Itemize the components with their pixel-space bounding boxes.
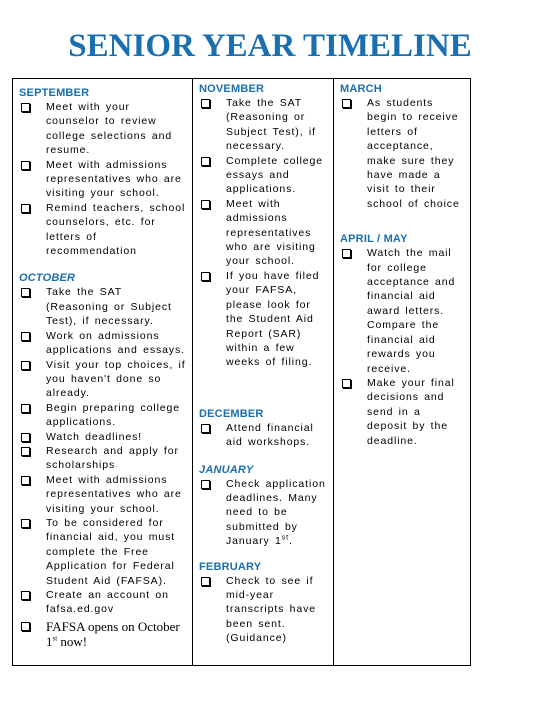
list-item: Research and apply for scholarships xyxy=(19,444,188,473)
checkbox-icon[interactable] xyxy=(21,432,30,442)
list-item: Meet with admissions representatives who… xyxy=(199,197,329,269)
section-february: FEBRUARY Check to see if mid-year transc… xyxy=(199,561,329,646)
section-december: DECEMBER Attend financial aid workshops. xyxy=(199,408,329,450)
list-item: Watch the mail for college acceptance an… xyxy=(340,246,466,376)
list-item: To be considered for financial aid, you … xyxy=(19,516,188,588)
checkbox-icon[interactable] xyxy=(201,423,210,433)
month-heading: MARCH xyxy=(340,83,382,95)
section-march: MARCH As students begin to receive lette… xyxy=(340,83,466,211)
checkbox-icon[interactable] xyxy=(201,271,210,281)
checkbox-icon[interactable] xyxy=(21,518,30,528)
checkbox-icon[interactable] xyxy=(21,288,30,298)
checkbox-icon[interactable] xyxy=(342,249,351,259)
list-item: If you have filed your FAFSA, please loo… xyxy=(199,269,329,370)
section-april-may: APRIL / MAY Watch the mail for college a… xyxy=(340,233,466,448)
checkbox-icon[interactable] xyxy=(21,103,30,112)
timeline-table: SEPTEMBER Meet with your counselor to re… xyxy=(12,78,471,666)
checkbox-icon[interactable] xyxy=(201,479,210,489)
month-heading: DECEMBER xyxy=(199,407,264,420)
list-item: As students begin to receive letters of … xyxy=(340,96,466,211)
timeline-column-1: SEPTEMBER Meet with your counselor to re… xyxy=(13,79,193,665)
list-item: Check to see if mid-year transcripts hav… xyxy=(199,574,329,646)
checkbox-icon[interactable] xyxy=(21,621,30,631)
section-october: OCTOBER Take the SAT (Reasoning or Subje… xyxy=(19,272,188,648)
list-item: Check application deadlines. Many need t… xyxy=(199,477,329,549)
checkbox-icon[interactable] xyxy=(21,203,30,213)
list-item: Complete college essays and applications… xyxy=(199,154,329,197)
timeline-column-3: MARCH As students begin to receive lette… xyxy=(334,79,470,665)
checkbox-icon[interactable] xyxy=(21,591,30,600)
checkbox-icon[interactable] xyxy=(21,331,30,341)
month-heading: JANUARY xyxy=(199,463,254,476)
month-heading: NOVEMBER xyxy=(199,83,265,95)
month-heading: OCTOBER xyxy=(19,272,76,285)
checkbox-icon[interactable] xyxy=(201,156,210,166)
timeline-column-2: NOVEMBER Take the SAT (Reasoning or Subj… xyxy=(193,79,334,665)
list-item: Visit your top choices, if you haven't d… xyxy=(19,358,188,401)
section-january: JANUARY Check application deadlines. Man… xyxy=(199,464,329,549)
list-item: Work on admissions applications and essa… xyxy=(19,329,188,358)
month-heading: FEBRUARY xyxy=(199,560,262,573)
list-item: Create an account on fafsa.ed.gov xyxy=(19,588,188,617)
checkbox-icon[interactable] xyxy=(21,475,30,485)
list-item: Meet with your counselor to review colle… xyxy=(19,100,188,158)
checkbox-icon[interactable] xyxy=(21,360,30,370)
list-item: Attend financial aid workshops. xyxy=(199,421,329,450)
checkbox-icon[interactable] xyxy=(21,446,30,456)
list-item: Meet with admissions representatives who… xyxy=(19,473,188,516)
list-item: Remind teachers, school counselors, etc.… xyxy=(19,201,188,259)
list-item: Take the SAT (Reasoning or Subject Test)… xyxy=(19,285,188,328)
list-item: Meet with admissions representatives who… xyxy=(19,158,188,201)
checkbox-icon[interactable] xyxy=(342,99,351,108)
list-item: Make your final decisions and send in a … xyxy=(340,376,466,448)
list-item: Take the SAT (Reasoning or Subject Test)… xyxy=(199,96,329,154)
month-heading: SEPTEMBER xyxy=(19,87,90,99)
checkbox-icon[interactable] xyxy=(342,378,351,388)
month-heading: APRIL / MAY xyxy=(340,233,408,246)
section-november: NOVEMBER Take the SAT (Reasoning or Subj… xyxy=(199,83,329,370)
section-september: SEPTEMBER Meet with your counselor to re… xyxy=(19,87,188,258)
checkbox-icon[interactable] xyxy=(201,99,210,108)
checkbox-icon[interactable] xyxy=(21,403,30,413)
checkbox-icon[interactable] xyxy=(21,160,30,170)
checkbox-icon[interactable] xyxy=(201,576,210,586)
checkbox-icon[interactable] xyxy=(201,199,210,209)
page-title: SENIOR YEAR TIMELINE xyxy=(68,28,472,64)
list-item: FAFSA opens on October 1st now! xyxy=(19,619,188,649)
list-item: Watch deadlines! xyxy=(19,430,188,444)
list-item: Begin preparing college applications. xyxy=(19,401,188,430)
